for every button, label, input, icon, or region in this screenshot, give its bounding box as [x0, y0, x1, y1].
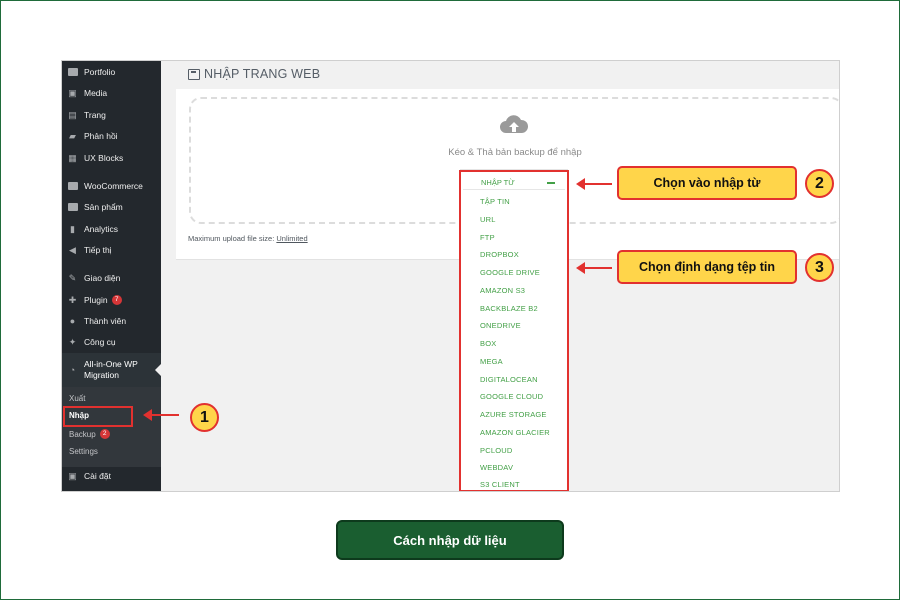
submenu-item-label: Backup [69, 429, 96, 439]
woocommerce-icon [67, 181, 78, 191]
step-2-callout: Chọn vào nhập từ [617, 166, 797, 200]
sidebar-item-users[interactable]: ● Thành viên [62, 311, 161, 331]
step-2-badge: 2 [805, 169, 834, 198]
sidebar-item-label: Portfolio [84, 67, 116, 77]
comments-icon: ▰ [69, 130, 76, 141]
active-item-label-line2: Migration [84, 370, 119, 380]
active-indicator-arrow [155, 364, 161, 376]
sidebar-item-woocommerce[interactable]: WooCommerce [62, 176, 161, 196]
sidebar-item-label: Tiếp thị [84, 245, 112, 255]
sidebar-item-label: Thành viên [84, 316, 127, 326]
plugin-icon: ✚ [68, 294, 77, 305]
sidebar-item-label: WooCommerce [84, 181, 143, 191]
highlight-box-import [63, 406, 133, 427]
arrow-1-line [151, 414, 179, 416]
users-icon: ● [69, 315, 76, 326]
sidebar-item-label: Analytics [84, 224, 119, 234]
sidebar-item-plugin[interactable]: ✚ Plugin 7 [62, 290, 161, 310]
sidebar-item-settings[interactable]: ▣ Cài đặt [62, 466, 161, 486]
products-icon [67, 202, 78, 212]
sidebar-item-tools[interactable]: ✦ Công cụ [62, 332, 161, 352]
sidebar-item-ux-blocks[interactable]: ▦ UX Blocks [62, 148, 161, 168]
import-icon [188, 68, 200, 80]
sidebar-item-pages[interactable]: ▤ Trang [62, 105, 161, 125]
sidebar-item-all-in-one-wp-migration[interactable]: ◔ All-in-One WP Migration [62, 353, 161, 387]
sidebar-item-label: Plugin [84, 295, 108, 305]
active-item-label: All-in-One WP Migration [84, 359, 138, 380]
submenu-item-settings[interactable]: Settings [69, 447, 98, 456]
appearance-icon: ✎ [68, 272, 77, 283]
sidebar-item-marketing[interactable]: ◀ Tiếp thị [62, 240, 161, 260]
sidebar-item-products[interactable]: Sản phẩm [62, 197, 161, 217]
submenu-item-label: Settings [69, 447, 98, 456]
marketing-icon: ◀ [69, 244, 76, 255]
active-item-label-line1: All-in-One WP [84, 359, 138, 370]
analytics-icon: ▮ [70, 223, 75, 234]
sidebar-item-portfolio[interactable]: Portfolio [62, 62, 161, 82]
pages-icon: ▤ [68, 109, 77, 120]
sidebar-item-label: Phản hồi [84, 131, 118, 141]
sidebar-item-label: Công cụ [84, 337, 116, 347]
sidebar-item-appearance[interactable]: ✎ Giao diện [62, 268, 161, 288]
submenu-item-label: Xuất [69, 394, 86, 403]
caption-button: Cách nhập dữ liệu [336, 520, 564, 560]
migration-icon: ◔ [69, 364, 76, 375]
step-3-callout: Chọn định dạng tệp tin [617, 250, 797, 284]
settings-icon: ▣ [68, 470, 77, 481]
step-3-badge: 3 [805, 253, 834, 282]
migration-submenu: Xuất Nhập Backup 2 Settings [62, 387, 161, 467]
sidebar-item-label: Sản phẩm [84, 202, 123, 212]
backup-count-badge: 2 [99, 429, 110, 439]
drop-zone-text: Kéo & Thả bản backup để nhập [448, 147, 582, 158]
arrow-3-line [584, 267, 612, 269]
sidebar-item-analytics[interactable]: ▮ Analytics [62, 219, 161, 239]
cloud-upload-icon [500, 115, 529, 133]
sidebar-item-label: Cài đặt [84, 471, 111, 481]
upload-note-value[interactable]: Unlimited [276, 234, 307, 243]
upload-size-note: Maximum upload file size: Unlimited [188, 234, 308, 243]
sidebar-item-media[interactable]: ▣ Media [62, 83, 161, 103]
arrow-2-line [584, 183, 612, 185]
portfolio-icon [67, 67, 78, 77]
sidebar-item-comments[interactable]: ▰ Phản hồi [62, 126, 161, 146]
sidebar-item-label: Giao diện [84, 273, 121, 283]
media-icon: ▣ [68, 87, 77, 98]
upload-note-prefix: Maximum upload file size: [188, 234, 275, 243]
highlight-box-dropdown [459, 170, 569, 491]
page-title-text: NHẬP TRANG WEB [204, 67, 321, 81]
blocks-icon: ▦ [68, 152, 77, 163]
page-title: NHẬP TRANG WEB [188, 67, 320, 81]
sidebar-item-label: Media [84, 88, 108, 98]
sidebar-item-label: Trang [84, 110, 106, 120]
tools-icon: ✦ [68, 336, 77, 347]
admin-sidebar: Portfolio ▣ Media ▤ Trang ▰ Phản hồi ▦ U… [62, 61, 161, 491]
submenu-item-export[interactable]: Xuất [69, 394, 85, 403]
plugin-update-badge: 7 [111, 295, 122, 305]
submenu-item-backup[interactable]: Backup 2 [69, 429, 110, 439]
step-1-badge: 1 [190, 403, 219, 432]
sidebar-item-label: UX Blocks [84, 153, 124, 163]
